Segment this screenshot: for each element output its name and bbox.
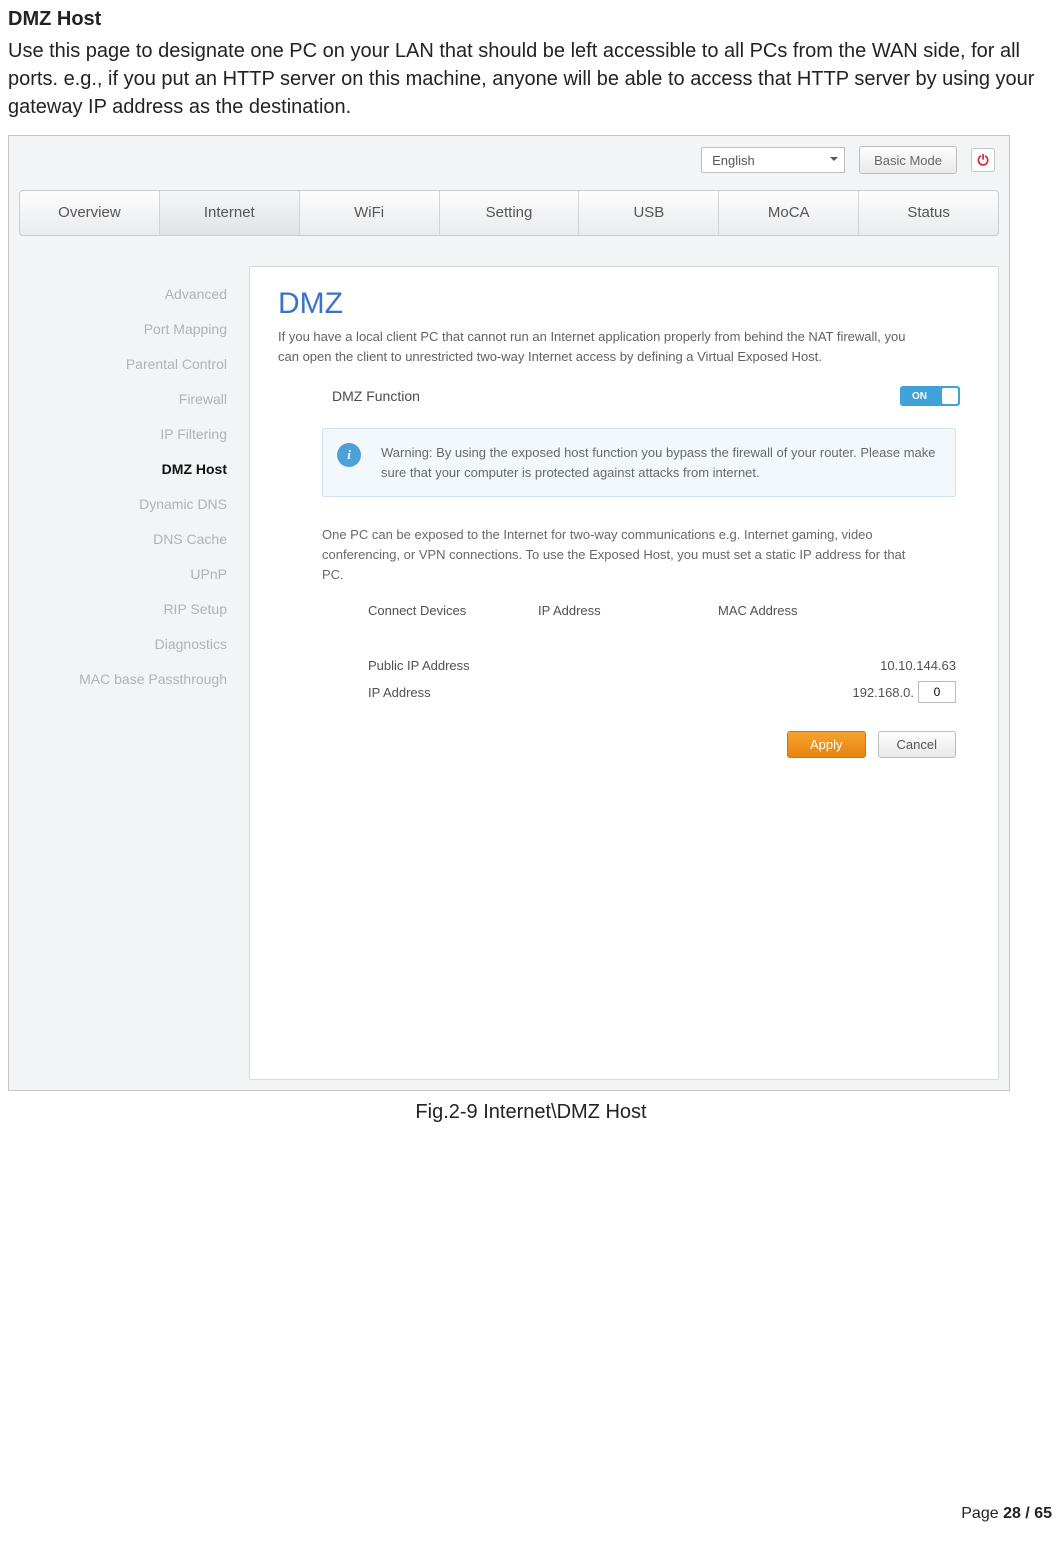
- sidebar-item-port-mapping[interactable]: Port Mapping: [144, 321, 227, 337]
- device-table-header: Connect Devices IP Address MAC Address: [368, 603, 956, 618]
- ip-last-octet-input[interactable]: [918, 681, 956, 703]
- th-connect-devices: Connect Devices: [368, 603, 538, 618]
- public-ip-value: 10.10.144.63: [880, 658, 956, 673]
- warning-text: Warning: By using the exposed host funct…: [381, 445, 936, 480]
- sidebar-item-advanced[interactable]: Advanced: [165, 286, 227, 302]
- sidebar-nav: Advanced Port Mapping Parental Control F…: [19, 266, 249, 1080]
- sidebar-item-dynamic-dns[interactable]: Dynamic DNS: [139, 496, 227, 512]
- th-mac-address: MAC Address: [718, 603, 956, 618]
- sidebar-item-ip-filtering[interactable]: IP Filtering: [160, 426, 227, 442]
- dmz-function-label: DMZ Function: [332, 388, 900, 404]
- tab-setting[interactable]: Setting: [440, 191, 580, 235]
- warning-box: i Warning: By using the exposed host fun…: [322, 428, 956, 497]
- sidebar-item-parental-control[interactable]: Parental Control: [126, 356, 227, 372]
- language-select[interactable]: English: [701, 147, 845, 173]
- th-ip-address: IP Address: [538, 603, 718, 618]
- sidebar-item-diagnostics[interactable]: Diagnostics: [155, 636, 227, 652]
- info-icon: i: [337, 443, 361, 467]
- main-tabs: Overview Internet WiFi Setting USB MoCA …: [19, 190, 999, 236]
- logout-icon[interactable]: ⏻: [971, 148, 995, 172]
- tab-usb[interactable]: USB: [579, 191, 719, 235]
- footer-page-current: 28: [1003, 1505, 1021, 1522]
- cancel-button[interactable]: Cancel: [878, 731, 956, 758]
- doc-section-title: DMZ Host: [8, 8, 1054, 31]
- main-panel: DMZ If you have a local client PC that c…: [249, 266, 999, 1080]
- figure-caption: Fig.2-9 Internet\DMZ Host: [8, 1101, 1054, 1124]
- sidebar-item-firewall[interactable]: Firewall: [179, 391, 227, 407]
- public-ip-label: Public IP Address: [368, 658, 880, 673]
- mode-toggle-button[interactable]: Basic Mode: [859, 146, 957, 174]
- sidebar-item-mac-base-passthrough[interactable]: MAC base Passthrough: [79, 671, 227, 687]
- footer-page-sep: /: [1021, 1505, 1034, 1522]
- sidebar-item-upnp[interactable]: UPnP: [190, 566, 227, 582]
- topbar-right: English Basic Mode ⏻: [701, 146, 995, 174]
- sidebar-item-dmz-host[interactable]: DMZ Host: [162, 461, 227, 477]
- panel-mid-text: One PC can be exposed to the Internet fo…: [322, 525, 912, 585]
- footer-prefix: Page: [961, 1505, 1003, 1522]
- tab-status[interactable]: Status: [859, 191, 998, 235]
- panel-title: DMZ: [278, 287, 970, 321]
- sidebar-item-rip-setup[interactable]: RIP Setup: [163, 601, 227, 617]
- tab-wifi[interactable]: WiFi: [300, 191, 440, 235]
- figure-screenshot: English Basic Mode ⏻ Overview Internet W…: [8, 135, 1010, 1091]
- sidebar-item-dns-cache[interactable]: DNS Cache: [153, 531, 227, 547]
- tab-internet[interactable]: Internet: [160, 191, 300, 235]
- ip-address-label: IP Address: [368, 685, 853, 700]
- tab-overview[interactable]: Overview: [20, 191, 160, 235]
- dmz-function-switch[interactable]: ON: [900, 386, 960, 406]
- apply-button[interactable]: Apply: [787, 731, 866, 758]
- page-footer: Page 28 / 65: [961, 1505, 1052, 1523]
- ip-address-prefix: 192.168.0.: [853, 685, 914, 700]
- panel-description: If you have a local client PC that canno…: [278, 327, 918, 366]
- footer-page-total: 65: [1034, 1505, 1052, 1522]
- tab-moca[interactable]: MoCA: [719, 191, 859, 235]
- doc-section-intro: Use this page to designate one PC on you…: [8, 37, 1054, 121]
